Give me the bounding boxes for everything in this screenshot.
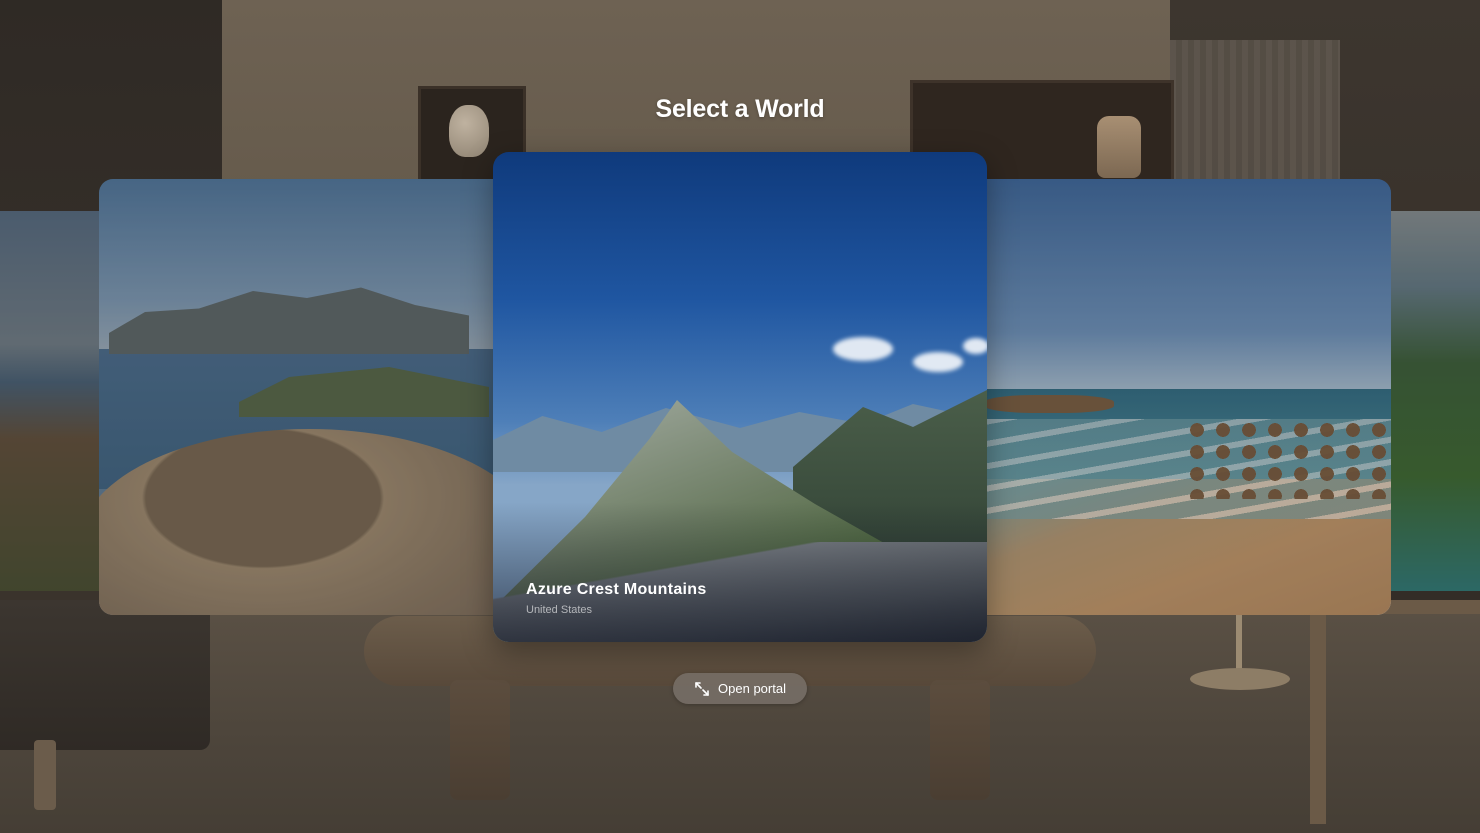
card-dim-overlay [984, 179, 1391, 615]
world-location: United States [526, 604, 593, 616]
card-dim-overlay [99, 179, 497, 615]
world-title: Azure Crest Mountains [526, 581, 707, 598]
card-dim-overlay [1388, 211, 1480, 591]
world-preview-image [493, 152, 987, 642]
sofa-leg [34, 740, 56, 810]
open-portal-button[interactable]: Open portal [673, 673, 807, 704]
world-card-far-left[interactable] [0, 211, 100, 591]
page-title: Select a World [655, 95, 825, 123]
scene-cloud [833, 337, 893, 361]
world-card-selected[interactable]: Azure Crest Mountains United States [493, 152, 987, 642]
expand-arrows-icon [694, 681, 710, 697]
table-leg [930, 680, 990, 800]
lamp-pole [1236, 610, 1242, 674]
world-card-far-right[interactable] [1388, 211, 1480, 591]
vase-right [1097, 116, 1141, 178]
scene-cloud [963, 338, 987, 354]
scene-shade [493, 502, 987, 642]
open-portal-label: Open portal [718, 681, 786, 696]
world-card-left[interactable] [99, 179, 497, 615]
lamp-base [1190, 668, 1290, 690]
world-card-right[interactable] [984, 179, 1391, 615]
chair [1310, 600, 1480, 824]
scene-cloud [913, 352, 963, 372]
sofa [0, 600, 210, 750]
card-dim-overlay [0, 211, 100, 591]
table-leg [450, 680, 510, 800]
